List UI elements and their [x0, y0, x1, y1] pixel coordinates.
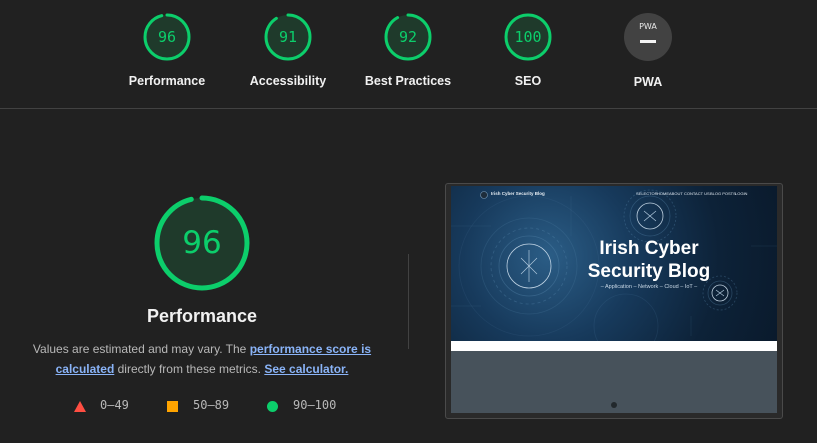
gauge-score: 100: [514, 28, 542, 46]
screenshot-site-name: Irish Cyber Security Blog: [491, 191, 545, 196]
screenshot-nav-item: CONTACT US: [684, 191, 710, 196]
gauge-score: 96: [157, 28, 177, 46]
screenshot-nav-item: HOME: [657, 191, 669, 196]
legend-pass: 90–100: [267, 398, 336, 412]
square-icon: [167, 401, 178, 412]
screenshot-nav-item: SELECTOR: [636, 191, 658, 196]
gauge-performance[interactable]: 96 Performance: [117, 12, 217, 88]
screenshot-hero-title-line1: Irish Cyber: [599, 238, 699, 259]
category-gauges-bar: 96 Performance 91 Accessibility 92 Best …: [0, 0, 817, 109]
screenshot-hero: Irish Cyber Security Blog SELECTOR HOME …: [451, 186, 777, 341]
section-divider: [408, 254, 409, 349]
gauge-best-practices[interactable]: 92 Best Practices: [358, 12, 458, 88]
gauge-score: 92: [398, 28, 418, 46]
legend-pass-label: 90–100: [293, 398, 337, 412]
performance-score: 96: [182, 225, 222, 261]
gauge-label: SEO: [514, 74, 542, 88]
circle-icon: [267, 401, 278, 412]
legend-average-label: 50–89: [193, 398, 230, 412]
screenshot-nav-item: LOGIN: [735, 191, 748, 196]
screenshot-white-band: [451, 341, 777, 351]
screenshot-hero-title-line2: Security Blog: [587, 261, 711, 282]
gauge-pwa[interactable]: PWA PWA: [598, 12, 698, 89]
gauge-label: PWA: [633, 75, 663, 89]
pwa-badge-text: PWA: [639, 22, 657, 31]
screenshot-dot: [611, 402, 617, 408]
screenshot-hero-subtitle: – Application – Network – Cloud – IoT –: [600, 284, 698, 290]
gauge-seo[interactable]: 100 SEO: [478, 12, 578, 88]
see-calculator-link[interactable]: See calculator.: [264, 362, 348, 376]
gauge-label: Accessibility: [249, 74, 327, 88]
gauge-label: Performance: [128, 74, 206, 88]
pwa-dash-icon: [640, 40, 656, 43]
legend-fail: 0–49: [74, 398, 129, 412]
gauge-label: Best Practices: [364, 74, 452, 88]
screenshot-nav-item: ABOUT: [669, 191, 683, 196]
desc-middle: directly from these metrics.: [114, 362, 265, 376]
legend-fail-label: 0–49: [100, 398, 129, 412]
metrics-description: Values are estimated and may vary. The p…: [22, 339, 382, 379]
performance-title: Performance: [146, 306, 258, 326]
screenshot-nav-item: BLOG POSTS: [710, 191, 736, 196]
legend-average: 50–89: [167, 398, 229, 412]
triangle-icon: [74, 401, 86, 412]
desc-prefix: Values are estimated and may vary. The: [32, 342, 250, 356]
gauge-accessibility[interactable]: 91 Accessibility: [238, 12, 338, 88]
pwa-badge: PWA: [624, 13, 672, 61]
gauge-score: 91: [278, 28, 298, 46]
